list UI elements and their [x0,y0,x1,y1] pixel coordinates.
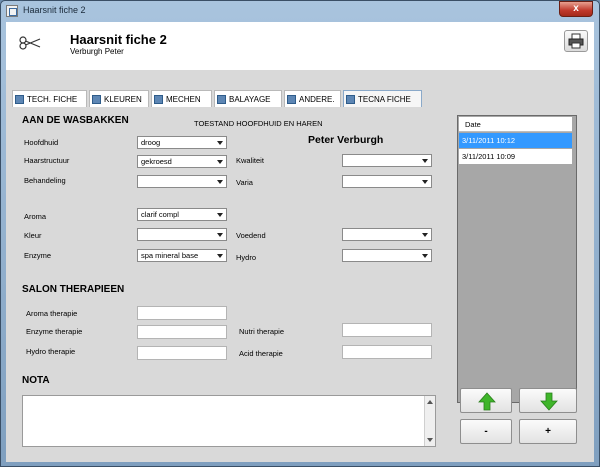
form-client-area: Haarsnit fiche 2 Verburgh Peter TECH. FI… [6,22,594,462]
enzyme-dropdown[interactable]: spa mineral base [137,249,227,262]
chevron-down-icon [217,141,223,145]
scissors-icon [19,36,41,50]
chevron-down-icon [217,160,223,164]
chevron-down-icon [217,180,223,184]
tab-label: KLEUREN [104,94,142,104]
haarstructuur-label: Haarstructuur [24,156,70,165]
wasbakken-heading: AAN DE WASBAKKEN [22,115,129,126]
aroma-value: clarif compl [141,210,179,219]
nota-scrollbar[interactable] [424,396,435,446]
move-down-button[interactable] [519,388,577,413]
nota-heading: NOTA [22,375,50,386]
enzyme-therapie-label: Enzyme therapie [26,327,83,336]
nutri-therapie-label: Nutri therapie [239,327,285,336]
acid-therapie-input[interactable] [342,345,432,359]
chevron-down-icon [422,159,428,163]
remove-button[interactable]: - [460,419,512,444]
hoofdhuid-label: Hoofdhuid [24,138,59,147]
client-name-label: Peter Verburgh [308,134,384,146]
tab-mechen[interactable]: MECHEN [151,90,212,107]
date-row[interactable]: 3/11/2011 10:09 [459,149,572,164]
kwaliteit-label: Kwaliteit [236,156,264,165]
date-column-header: Date [459,117,572,132]
enzyme-therapie-input[interactable] [137,325,227,339]
image-icon [217,94,226,104]
date-row[interactable]: 3/11/2011 10:12 [459,133,572,148]
image-icon [15,94,24,104]
close-button[interactable]: x [559,1,593,17]
client-subtitle: Verburgh Peter [70,47,124,56]
hoofdhuid-dropdown[interactable]: droog [137,136,227,149]
tab-andere[interactable]: ANDERE. [284,90,341,107]
hydro-dropdown[interactable] [342,249,432,262]
kleur-label: Kleur [24,231,42,240]
image-icon [154,94,163,104]
tab-label: TECNA FICHE [358,94,411,104]
kleur-dropdown[interactable] [137,228,227,241]
tab-kleuren[interactable]: KLEUREN [89,90,149,107]
hydro-label: Hydro [236,253,257,262]
scroll-down-icon[interactable] [427,438,433,442]
enzyme-value: spa mineral base [141,251,199,260]
hydro-therapie-label: Hydro therapie [26,347,76,356]
behandeling-dropdown[interactable] [137,175,227,188]
tab-balayage[interactable]: BALAYAGE [214,90,282,107]
chevron-down-icon [422,180,428,184]
title-bar[interactable]: Haarsnit fiche 2 x [1,1,599,21]
nota-textarea[interactable] [22,395,436,447]
image-icon [287,94,296,104]
toestand-heading: TOESTAND HOOFDHUID EN HAREN [194,119,323,128]
behandeling-label: Behandeling [24,176,66,185]
add-button[interactable]: + [519,419,577,444]
chevron-down-icon [422,233,428,237]
acid-therapie-label: Acid therapie [239,349,283,358]
minus-label: - [484,426,488,437]
kwaliteit-dropdown[interactable] [342,154,432,167]
tab-label: ANDERE. [299,94,335,104]
aroma-therapie-label: Aroma therapie [26,309,78,318]
chevron-down-icon [422,254,428,258]
tab-tecna-fiche[interactable]: TECNA FICHE [343,90,422,107]
enzyme-label: Enzyme [24,251,52,260]
chevron-down-icon [217,254,223,258]
printer-icon [568,33,584,49]
aroma-label: Aroma [24,212,47,221]
move-up-button[interactable] [460,388,512,413]
therapieen-heading: SALON THERAPIEEN [22,284,125,295]
tab-label: MECHEN [166,94,201,104]
nutri-therapie-input[interactable] [342,323,432,337]
window-title: Haarsnit fiche 2 [23,5,86,15]
app-icon [6,5,18,17]
tab-label: BALAYAGE [229,94,271,104]
aroma-therapie-input[interactable] [137,306,227,320]
varia-label: Varia [236,178,253,187]
chevron-down-icon [217,213,223,217]
tab-label: TECH. FICHE [27,94,78,104]
header-panel: Haarsnit fiche 2 Verburgh Peter [6,22,594,70]
app-window: Haarsnit fiche 2 x Haarsnit fiche 2 Verb… [0,0,600,467]
voedend-dropdown[interactable] [342,228,432,241]
varia-dropdown[interactable] [342,175,432,188]
image-icon [92,94,101,104]
chevron-down-icon [217,233,223,237]
plus-label: + [545,426,551,437]
date-list[interactable]: Date 3/11/2011 10:12 3/11/2011 10:09 [457,115,577,403]
voedend-label: Voedend [236,231,266,240]
aroma-dropdown[interactable]: clarif compl [137,208,227,221]
page-title: Haarsnit fiche 2 [70,32,167,47]
print-button[interactable] [564,30,588,52]
haarstructuur-dropdown[interactable]: gekroesd [137,155,227,168]
tab-tech-fiche[interactable]: TECH. FICHE [12,90,87,107]
tab-strip: TECH. FICHE KLEUREN MECHEN BALAYAGE ANDE… [12,90,432,108]
haarstructuur-value: gekroesd [141,157,172,166]
hoofdhuid-value: droog [141,138,161,147]
arrow-down-icon [540,392,558,411]
scroll-up-icon[interactable] [427,400,433,404]
hydro-therapie-input[interactable] [137,346,227,360]
image-icon [346,94,355,104]
arrow-up-icon [478,392,496,411]
